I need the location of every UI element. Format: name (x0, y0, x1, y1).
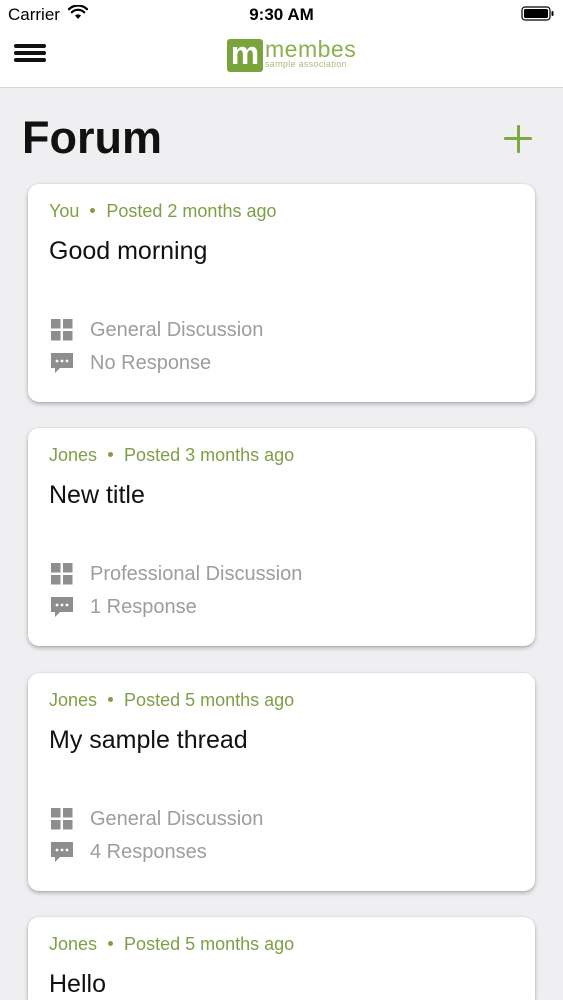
post-author: Jones (49, 690, 98, 710)
responses-label: No Response (90, 351, 212, 374)
hamburger-menu-icon[interactable] (14, 42, 48, 72)
category-label: General Discussion (90, 318, 264, 341)
post-author: Jones (49, 934, 98, 954)
battery-icon (521, 6, 555, 27)
post-title: Good morning (49, 237, 208, 265)
add-post-button[interactable] (500, 120, 538, 158)
post-time: Posted 5 months ago (124, 690, 295, 710)
responses-label: 1 Response (90, 595, 197, 618)
post-meta: You Posted 2 months ago (49, 201, 277, 222)
separator-dot (108, 696, 114, 702)
comment-icon (49, 839, 75, 865)
separator-dot (90, 207, 96, 213)
post-responses: 1 Response (49, 594, 197, 620)
status-bar: Carrier 9:30 AM (0, 0, 563, 30)
post-meta: Jones Posted 5 months ago (49, 690, 294, 711)
forum-post-card[interactable]: Jones Posted 3 months ago New title Profe… (28, 428, 535, 646)
nav-bar: m membes sample association (0, 30, 563, 88)
grid-icon (49, 317, 75, 343)
post-author: Jones (49, 445, 98, 465)
post-author: You (49, 201, 80, 221)
separator-dot (108, 451, 114, 457)
post-title: My sample thread (49, 726, 248, 754)
grid-icon (49, 561, 75, 587)
post-responses: 4 Responses (49, 839, 207, 865)
category-label: Professional Discussion (90, 562, 303, 585)
post-category: Professional Discussion (49, 561, 302, 587)
logo-tagline: sample association (265, 59, 347, 69)
post-meta: Jones Posted 3 months ago (49, 445, 294, 466)
category-label: General Discussion (90, 807, 264, 830)
logo-mark: m (227, 37, 263, 72)
post-title: Hello (49, 970, 106, 998)
page-title: Forum (22, 112, 162, 163)
post-meta: Jones Posted 5 months ago (49, 934, 294, 955)
post-category: General Discussion (49, 317, 263, 343)
post-time: Posted 3 months ago (124, 445, 295, 465)
forum-post-card[interactable]: You Posted 2 months ago Good morning Gene… (28, 184, 535, 402)
post-time: Posted 2 months ago (106, 201, 277, 221)
forum-post-card[interactable]: Jones Posted 5 months ago My sample threa… (28, 673, 535, 891)
post-responses: No Response (49, 350, 211, 376)
status-time: 9:30 AM (249, 5, 314, 24)
forum-post-card[interactable]: Jones Posted 5 months ago Hello (28, 917, 535, 1000)
comment-icon (49, 594, 75, 620)
comment-icon (49, 350, 75, 376)
membes-logo: m membes sample association (227, 36, 367, 75)
post-title: New title (49, 481, 145, 509)
post-time: Posted 5 months ago (124, 934, 295, 954)
separator-dot (108, 940, 114, 946)
post-category: General Discussion (49, 806, 263, 832)
grid-icon (49, 806, 75, 832)
responses-label: 4 Responses (90, 840, 207, 863)
